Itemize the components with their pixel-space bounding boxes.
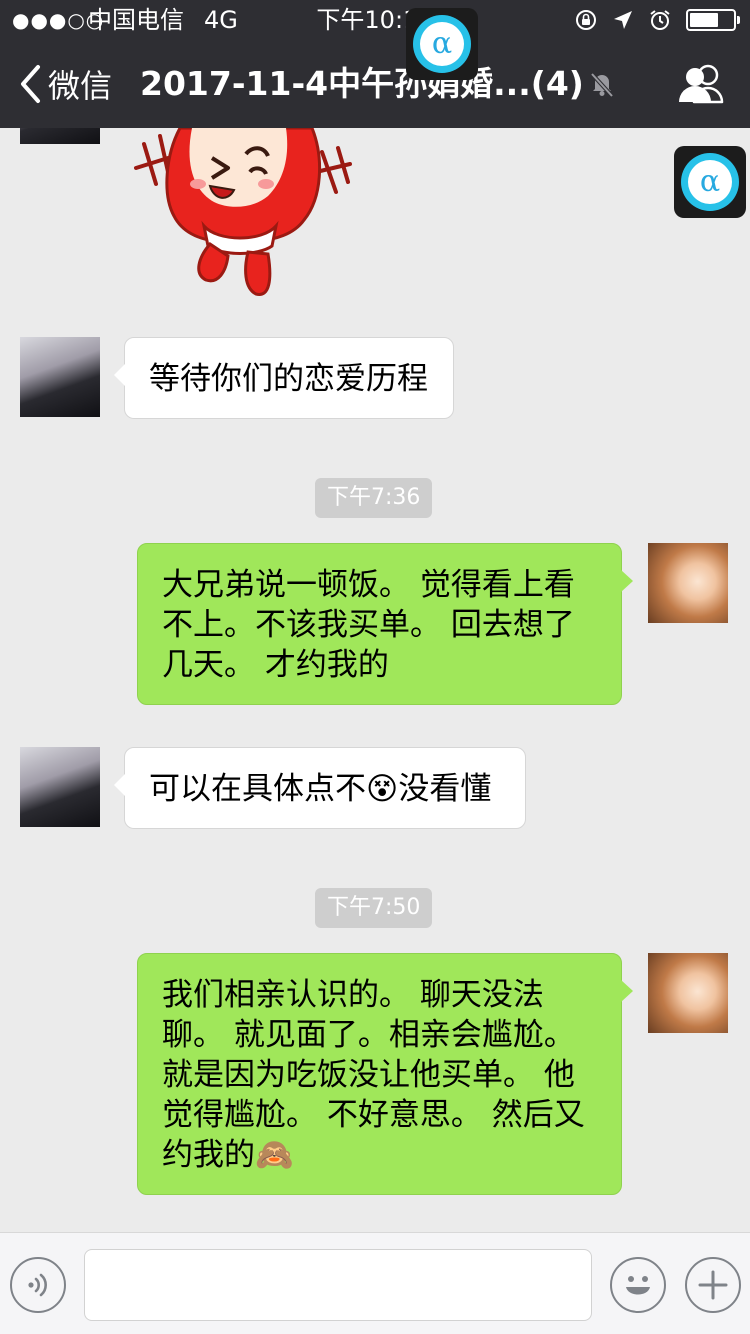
chevron-left-icon <box>21 65 40 103</box>
status-icons <box>574 0 740 40</box>
chat-title[interactable]: 2017-11-4中午孙娟婚...(4) <box>140 60 585 108</box>
timestamp-pill: 下午7:36 <box>315 478 433 518</box>
header: ●●●○○ 中国电信 4G 下午10:17 微信 2017-11-4中午孙娟婚.… <box>0 0 750 128</box>
message-bubble-sent[interactable]: 大兄弟说一顿饭。 觉得看上看不上。不该我买单。 回去想了几天。 才约我的 <box>137 543 633 705</box>
alarm-icon <box>650 10 670 30</box>
nav-bar: 微信 2017-11-4中午孙娟婚...(4) <box>0 40 750 128</box>
floating-assistant-ball[interactable]: α <box>406 8 478 80</box>
alpha-icon: α <box>681 153 739 211</box>
avatar[interactable] <box>20 128 100 144</box>
rotation-lock-icon <box>576 10 596 30</box>
voice-button[interactable] <box>10 1257 66 1313</box>
timestamp-pill: 下午7:50 <box>315 888 433 928</box>
message-text: 大兄弟说一顿饭。 觉得看上看不上。不该我买单。 回去想了几天。 才约我的 <box>162 567 575 683</box>
alpha-icon: α <box>413 15 471 73</box>
more-button[interactable] <box>685 1257 741 1313</box>
chat-area[interactable]: 等待你们的恋爱历程 下午7:36 大兄弟说一顿饭。 觉得看上看不上。不该我买单。… <box>0 128 750 1232</box>
location-arrow-icon <box>614 11 632 29</box>
avatar[interactable] <box>648 543 728 623</box>
input-bar <box>0 1232 750 1334</box>
message-bubble-sent[interactable]: 我们相亲认识的。 聊天没法聊。 就见面了。相亲会尴尬。 就是因为吃饭没让他买单。… <box>137 953 633 1195</box>
avatar[interactable] <box>648 953 728 1033</box>
floating-assistant-ball[interactable]: α <box>674 146 746 218</box>
group-members-button[interactable] <box>676 64 728 104</box>
back-label: 微信 <box>48 67 113 105</box>
status-bar: ●●●○○ 中国电信 4G 下午10:17 <box>0 0 750 40</box>
red-cartoon-sticker[interactable] <box>126 128 366 300</box>
message-text: 我们相亲认识的。 聊天没法聊。 就见面了。相亲会尴尬。 就是因为吃饭没让他买单。… <box>162 977 585 1173</box>
voice-icon <box>28 1273 47 1297</box>
mute-bell-icon <box>590 72 614 98</box>
message-text: 等待你们的恋爱历程 <box>149 361 428 397</box>
message-bubble-received[interactable]: 等待你们的恋爱历程 <box>114 337 454 419</box>
plus-icon <box>698 1270 728 1300</box>
avatar[interactable] <box>20 747 100 827</box>
emoji-button[interactable] <box>610 1257 666 1313</box>
message-text: 可以在具体点不😵没看懂 <box>149 771 492 807</box>
message-bubble-received[interactable]: 可以在具体点不😵没看懂 <box>114 747 526 829</box>
message-input[interactable] <box>84 1249 592 1321</box>
battery-icon <box>686 9 740 31</box>
emoji-icon <box>626 1276 650 1295</box>
avatar[interactable] <box>20 337 100 417</box>
back-button[interactable]: 微信 <box>18 62 112 106</box>
